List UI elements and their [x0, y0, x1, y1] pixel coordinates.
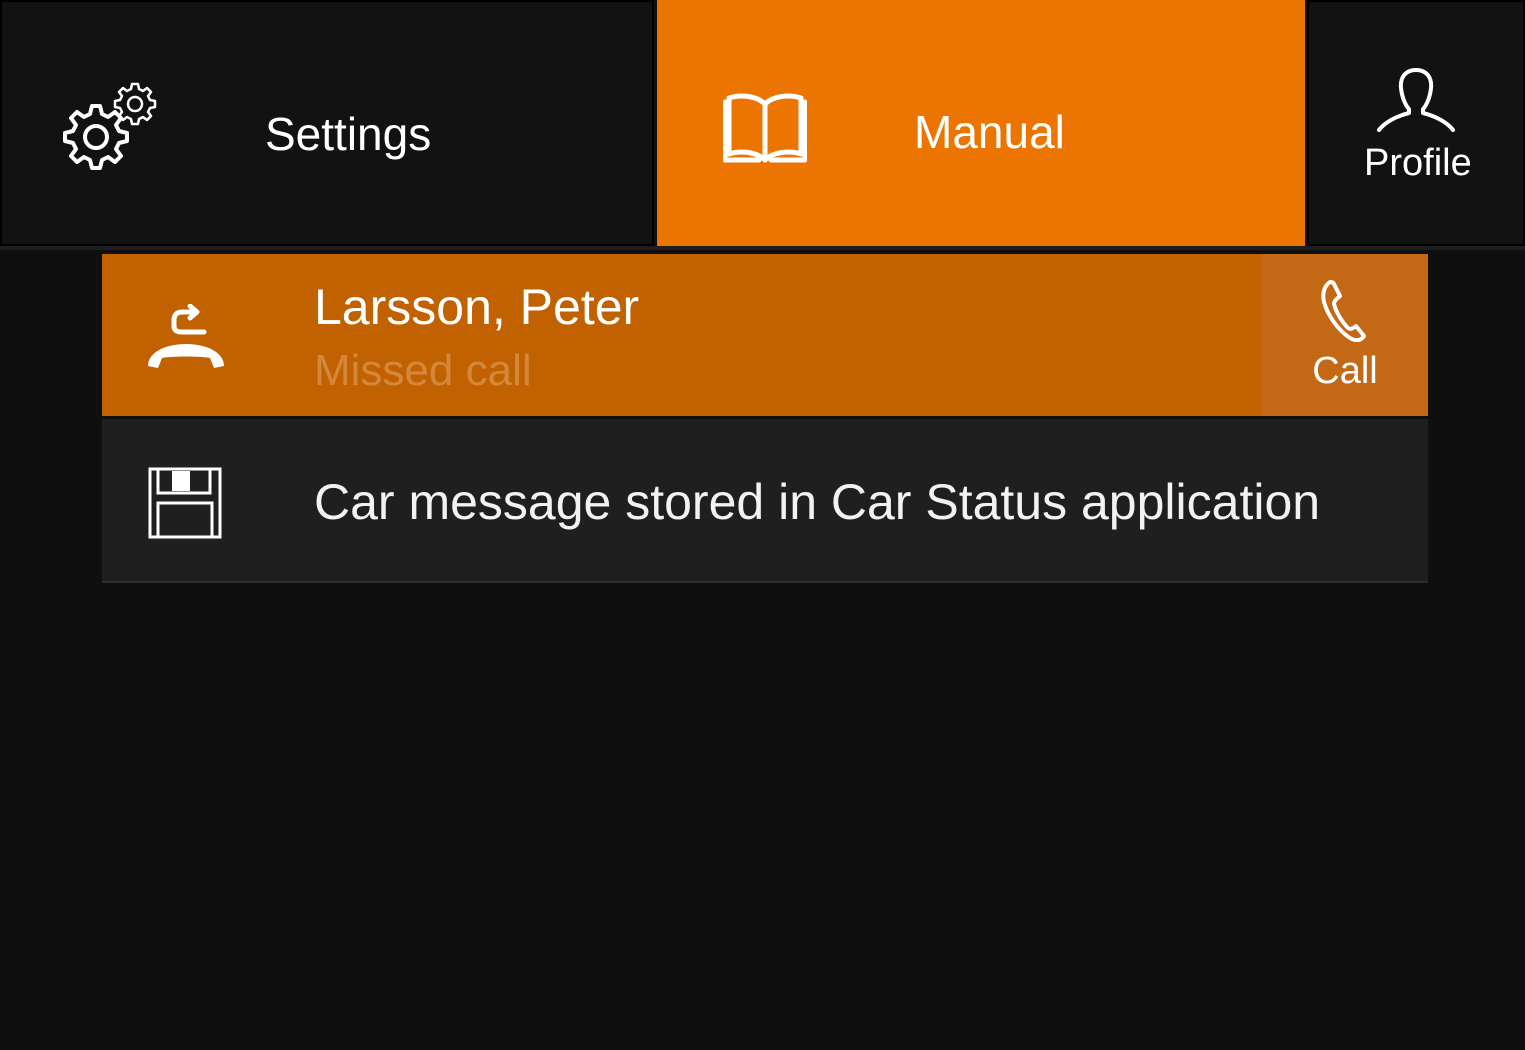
- top-bar-divider: [0, 246, 1525, 250]
- person-icon: [1373, 66, 1459, 139]
- manual-tile[interactable]: Manual: [657, 0, 1305, 246]
- manual-label: Manual: [914, 106, 1065, 158]
- missed-call-icon: [142, 303, 230, 381]
- book-icon: [722, 90, 808, 169]
- profile-label: Profile: [1364, 142, 1472, 184]
- gear-icon: [60, 80, 160, 181]
- car-message-text: Car message stored in Car Status applica…: [314, 474, 1321, 530]
- call-button-label: Call: [1312, 350, 1378, 392]
- phone-icon: [1320, 280, 1368, 347]
- notification-missed-call[interactable]: Larsson, Peter Missed call Call: [102, 254, 1428, 416]
- settings-tile[interactable]: Settings: [0, 0, 654, 246]
- notification-car-message[interactable]: Car message stored in Car Status applica…: [102, 419, 1428, 583]
- settings-label: Settings: [265, 108, 432, 160]
- missed-call-label: Missed call: [314, 346, 532, 395]
- profile-tile[interactable]: Profile: [1307, 0, 1525, 246]
- call-button[interactable]: Call: [1262, 254, 1428, 416]
- top-bar: Settings Manual Profile: [0, 0, 1525, 250]
- floppy-disk-icon: [148, 467, 222, 544]
- caller-name: Larsson, Peter: [314, 279, 640, 335]
- notification-screen: Settings Manual Profile Larsson, Peter M…: [0, 0, 1525, 1050]
